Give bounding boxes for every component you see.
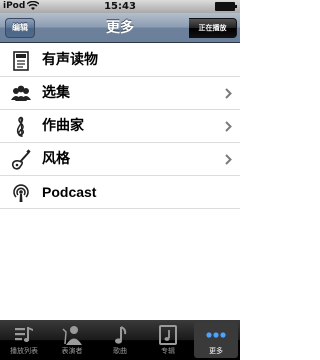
tab-more[interactable]: 更多 [194,322,238,358]
list-item-podcast[interactable]: Podcast [0,176,240,209]
list-item-label: 作曲家 [42,118,84,134]
navigation-bar: 更多 编辑 正在播放 [0,13,240,43]
now-playing-button[interactable]: 正在播放 [189,18,237,38]
artists-icon [62,326,82,345]
list-item-label: Podcast [42,184,97,200]
list-item-genres[interactable]: 风格 [0,143,240,176]
battery-icon [215,2,237,11]
songs-icon [115,326,127,344]
tab-albums[interactable]: 专辑 [146,322,190,358]
composer-icon [16,116,24,138]
playlists-icon [15,327,33,342]
tab-playlists[interactable]: 播放列表 [2,322,46,358]
tab-label: 更多 [209,347,223,355]
edit-button[interactable]: 编辑 [5,18,35,38]
list-item-audiobooks[interactable]: 有声读物 [0,44,240,77]
albums-icon [159,325,177,345]
genre-icon [11,149,31,170]
more-list: 有声读物 选集 作曲家 风格 Podcast [0,44,240,320]
list-item-label: 选集 [42,85,70,101]
tab-bar: 播放列表 表演者 歌曲 专辑 更多 [0,320,240,360]
tab-label: 表演者 [61,347,83,355]
tab-songs[interactable]: 歌曲 [98,322,142,358]
compilations-icon [11,85,31,101]
more-icon [206,332,226,338]
status-bar: iPod 15:43 [0,0,240,13]
audiobook-icon [13,51,29,71]
now-playing-label: 正在播放 [198,24,227,32]
podcast-icon [13,184,29,202]
chevron-right-icon [225,88,232,99]
list-item-label: 风格 [42,151,70,167]
chevron-right-icon [225,121,232,132]
tab-label: 歌曲 [113,347,127,355]
clock: 15:43 [104,1,136,12]
list-item-label: 有声读物 [42,52,98,68]
list-item-composers[interactable]: 作曲家 [0,110,240,143]
list-item-compilations[interactable]: 选集 [0,77,240,110]
tab-label: 播放列表 [10,347,38,355]
tab-label: 专辑 [161,347,175,355]
tab-artists[interactable]: 表演者 [50,322,94,358]
chevron-right-icon [225,154,232,165]
